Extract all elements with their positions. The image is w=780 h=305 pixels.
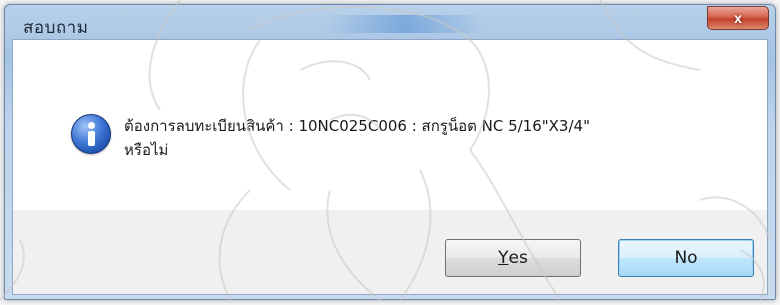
yes-button-label: es [508, 248, 528, 268]
no-button-label: No [674, 248, 698, 268]
info-icon [71, 114, 111, 154]
dialog-body: ต้องการลบทะเบียนสินค้า : 10NC025C006 : ส… [12, 39, 768, 295]
message-text: ต้องการลบทะเบียนสินค้า : 10NC025C006 : ส… [124, 114, 724, 162]
info-icon-stem [88, 131, 95, 146]
button-bar: Yes No [13, 210, 767, 294]
message-line-2: หรือไม่ [124, 141, 169, 159]
info-icon-dot [88, 122, 95, 129]
message-line-1: ต้องการลบทะเบียนสินค้า : 10NC025C006 : ส… [124, 117, 590, 135]
no-button[interactable]: No [618, 239, 754, 277]
message-area: ต้องการลบทะเบียนสินค้า : 10NC025C006 : ส… [13, 40, 767, 210]
title-bar[interactable]: สอบถาม x [5, 5, 775, 39]
close-button[interactable]: x [707, 6, 769, 30]
yes-button[interactable]: Yes [445, 239, 581, 277]
close-icon: x [734, 10, 742, 26]
title-bar-glass [325, 15, 485, 33]
screen: สอบถาม x ต้องการลบทะเบียนสินค้า : 10NC02… [0, 0, 780, 305]
dialog-title: สอบถาม [23, 18, 89, 37]
message-dialog: สอบถาม x ต้องการลบทะเบียนสินค้า : 10NC02… [4, 4, 776, 300]
yes-button-accelerator: Y [498, 248, 509, 268]
